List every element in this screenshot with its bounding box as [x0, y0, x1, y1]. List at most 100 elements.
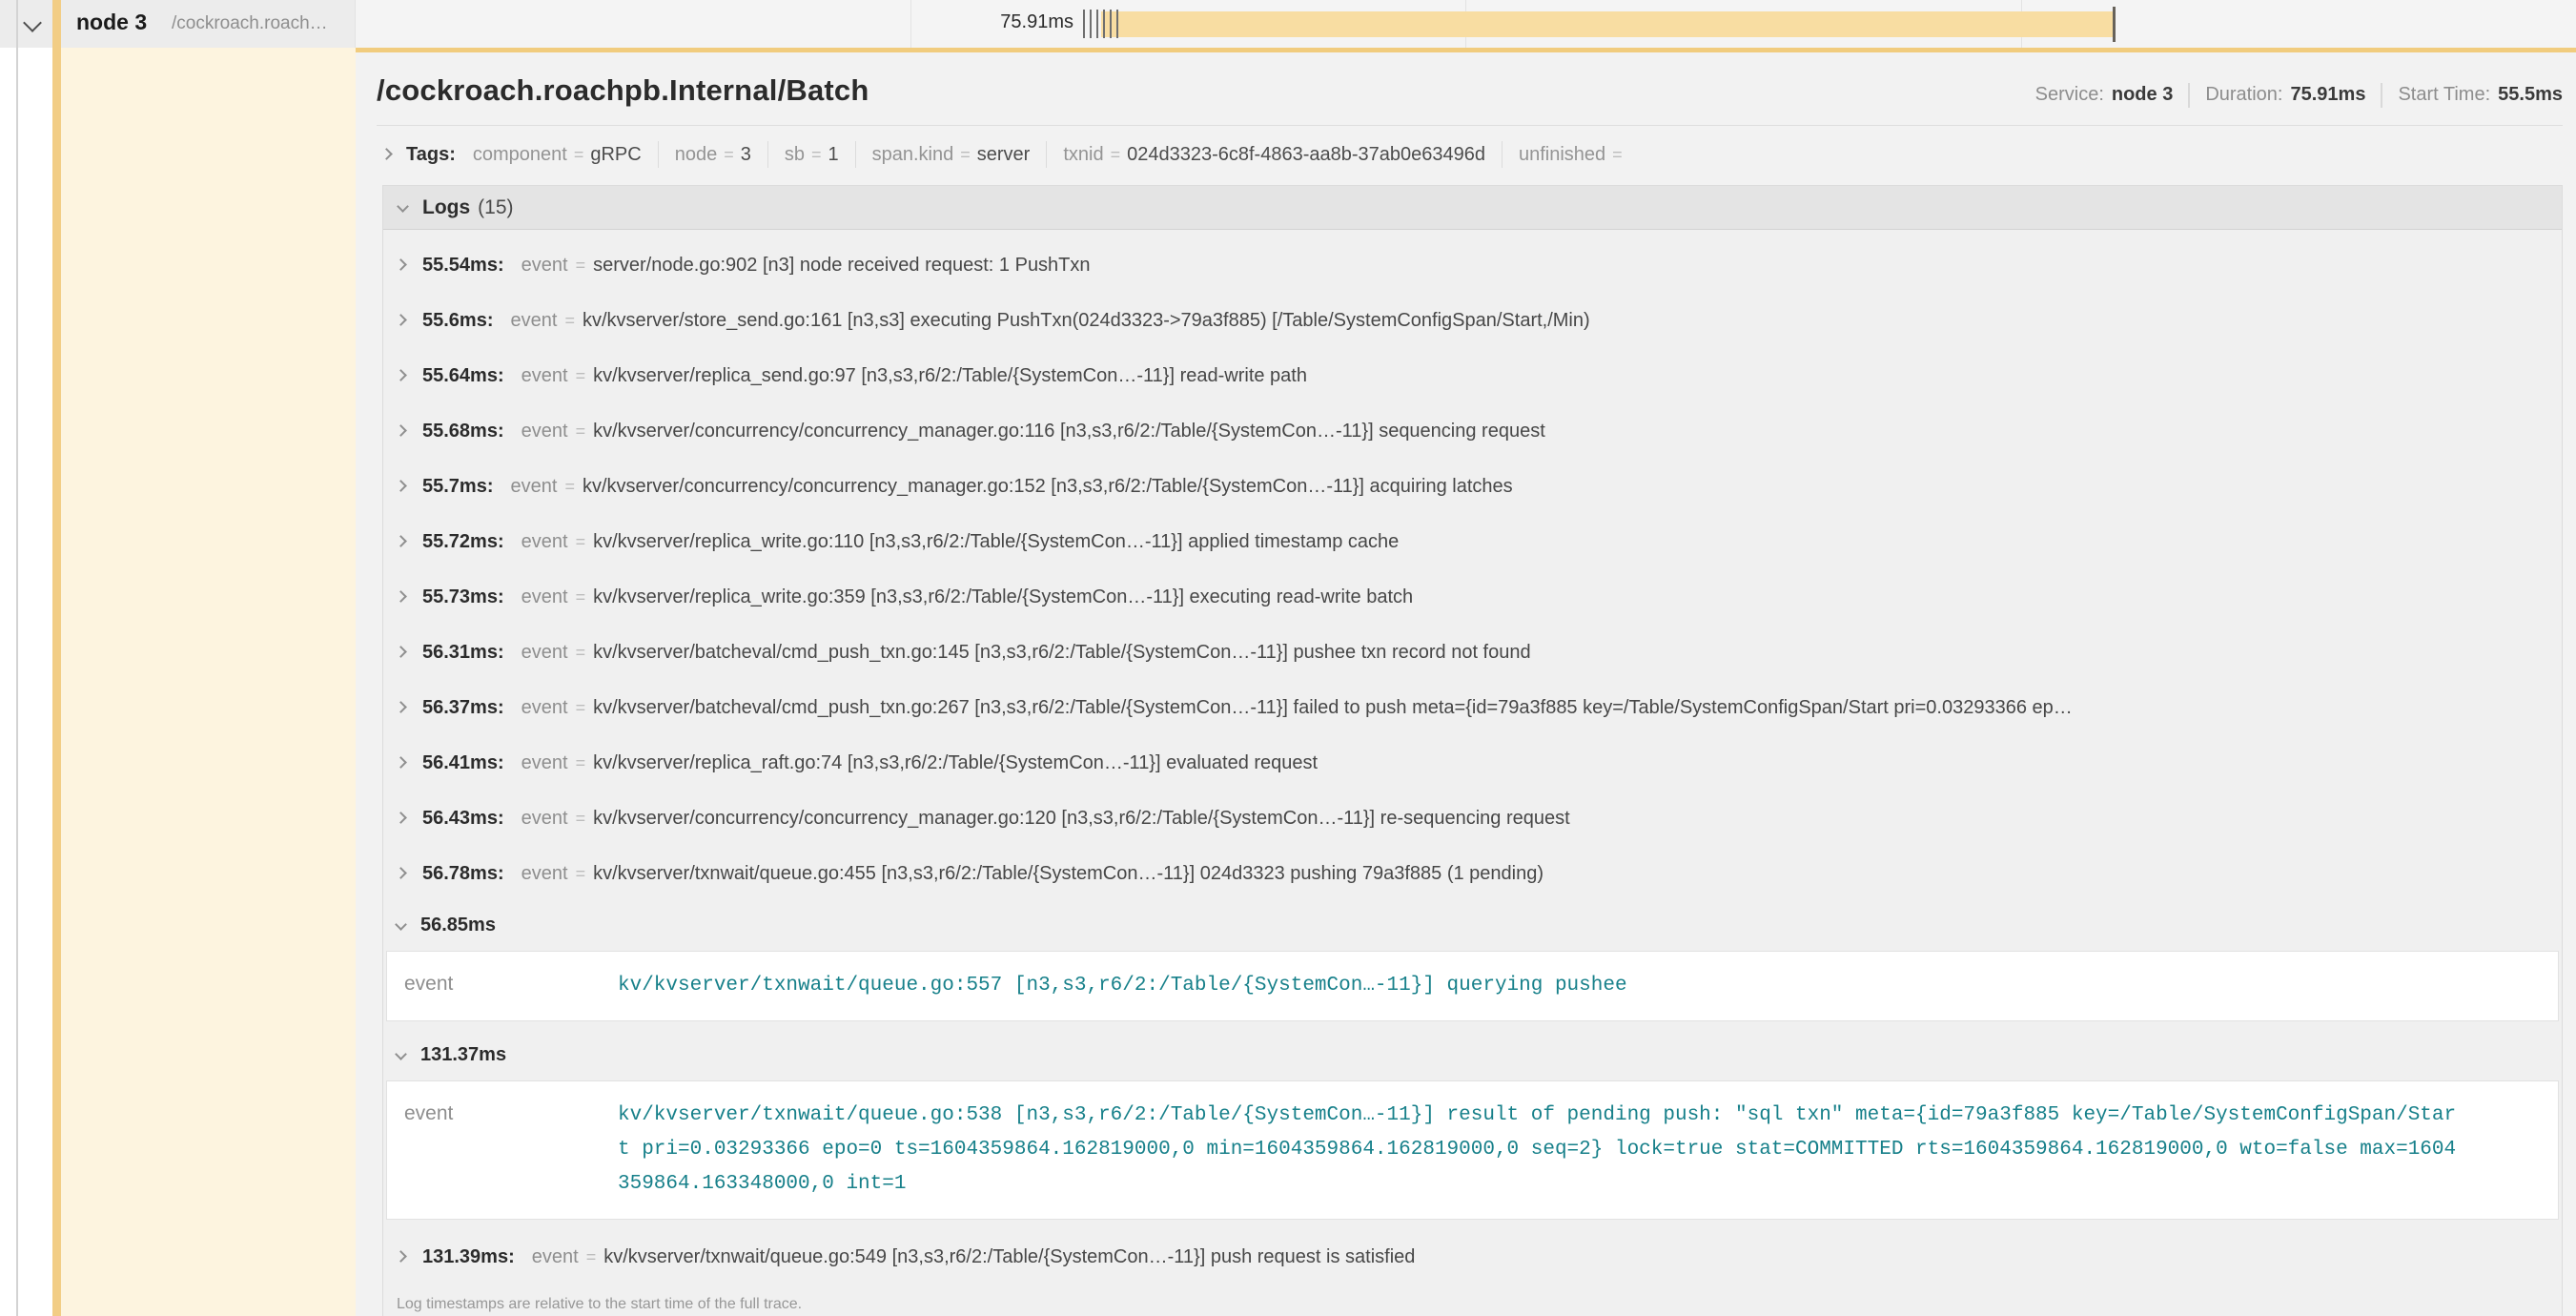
log-field-name: event [521, 255, 568, 277]
service-label: Service: [2035, 84, 2104, 106]
log-entry-row[interactable]: 56.37ms: event = kv/kvserver/batcheval/c… [383, 680, 2562, 735]
tree-indent-line [16, 0, 18, 1316]
log-entry-row[interactable]: 56.41ms: event = kv/kvserver/replica_raf… [383, 735, 2562, 791]
span-name-column[interactable] [0, 48, 356, 1316]
log-entry-row[interactable]: 55.6ms: event = kv/kvserver/store_send.g… [383, 293, 2562, 348]
tag-item: sb = 1 [785, 144, 839, 166]
logs-header[interactable]: Logs (15) [383, 186, 2562, 230]
log-timestamp: 55.54ms: [422, 255, 504, 277]
log-entry-expanded-header[interactable]: 131.37ms [383, 1031, 2562, 1079]
expand-chevron-icon[interactable] [395, 1250, 407, 1263]
tag-key: sb [785, 144, 805, 166]
tag-key: node [675, 144, 718, 166]
log-entry-row[interactable]: 131.39ms: event = kv/kvserver/txnwait/qu… [383, 1229, 2562, 1285]
log-field-name: event [521, 586, 568, 608]
equals-sign: = [576, 698, 586, 718]
tag-key: span.kind [872, 144, 954, 166]
logs-collapse-chevron-icon[interactable] [397, 200, 409, 213]
equals-sign: = [576, 587, 586, 607]
expand-chevron-icon[interactable] [395, 424, 407, 437]
log-entry-row[interactable]: 55.7ms: event = kv/kvserver/concurrency/… [383, 459, 2562, 514]
span-metrics: Service: node 3 Duration: 75.91ms Start … [2035, 83, 2563, 108]
expand-chevron-icon[interactable] [395, 535, 407, 547]
tag-value: 3 [741, 144, 751, 166]
log-field-value: kv/kvserver/batcheval/cmd_push_txn.go:26… [593, 697, 2073, 719]
log-field-name: event [404, 1099, 618, 1202]
log-field-name: event [511, 310, 558, 332]
span-operation-title: /cockroach.roachpb.Internal/Batch [377, 73, 869, 108]
log-timestamp: 56.78ms: [422, 863, 504, 885]
log-field-name: event [521, 808, 568, 830]
service-value: node 3 [2112, 84, 2173, 106]
tag-separator [1046, 141, 1047, 168]
log-entry-expanded-header[interactable]: 56.85ms [383, 901, 2562, 949]
expand-chevron-icon[interactable] [395, 701, 407, 713]
span-duration-label: 75.91ms [973, 11, 1073, 33]
expand-chevron-icon[interactable] [395, 756, 407, 769]
log-timestamp: 55.68ms: [422, 421, 504, 442]
log-field-name: event [521, 365, 568, 387]
tags-expand-chevron-icon[interactable] [380, 148, 393, 160]
span-detail-panel: /cockroach.roachpb.Internal/Batch Servic… [356, 48, 2576, 1316]
log-marker-tick [1116, 10, 1118, 38]
tags-label: Tags: [406, 144, 456, 166]
expand-chevron-icon[interactable] [395, 258, 407, 271]
equals-sign: = [576, 366, 586, 386]
log-entry-row[interactable]: 55.64ms: event = kv/kvserver/replica_sen… [383, 348, 2562, 403]
collapse-chevron-icon[interactable] [395, 918, 407, 931]
tag-separator [658, 141, 659, 168]
log-entry-row[interactable]: 55.68ms: event = kv/kvserver/concurrency… [383, 403, 2562, 459]
logs-footer-note: Log timestamps are relative to the start… [383, 1285, 2562, 1316]
log-marker-tick [1103, 10, 1105, 38]
tag-item: txnid = 024d3323-6c8f-4863-aa8b-37ab0e63… [1063, 144, 1485, 166]
tags-row[interactable]: Tags: component = gRPC node = 3 sb = 1 s… [377, 126, 2563, 181]
logs-title: Logs [422, 196, 470, 219]
log-entry-row[interactable]: 55.73ms: event = kv/kvserver/replica_wri… [383, 569, 2562, 625]
log-field-value: kv/kvserver/txnwait/queue.go:549 [n3,s3,… [603, 1246, 1415, 1268]
equals-sign: = [811, 145, 822, 165]
expand-chevron-icon[interactable] [395, 480, 407, 492]
duration-value: 75.91ms [2290, 84, 2365, 106]
log-timestamp: 55.64ms: [422, 365, 504, 387]
collapse-chevron-icon[interactable] [395, 1048, 407, 1060]
log-entry-expanded: 56.85ms event kv/kvserver/txnwait/queue.… [383, 901, 2562, 1021]
log-entry-row[interactable]: 56.43ms: event = kv/kvserver/concurrency… [383, 791, 2562, 846]
expand-chevron-icon[interactable] [395, 646, 407, 658]
expand-chevron-icon[interactable] [395, 369, 407, 381]
log-timestamp: 56.41ms: [422, 752, 504, 774]
expand-chevron-icon[interactable] [395, 590, 407, 603]
log-field-name: event [521, 697, 568, 719]
span-name-cell[interactable]: node 3 /cockroach.roach… [0, 0, 356, 48]
log-field-value: kv/kvserver/replica_write.go:110 [n3,s3,… [593, 531, 1399, 553]
log-entry-row[interactable]: 56.31ms: event = kv/kvserver/batcheval/c… [383, 625, 2562, 680]
span-color-accent [52, 0, 61, 48]
equals-sign: = [724, 145, 734, 165]
log-marker-tick [1083, 10, 1085, 38]
log-entry-row[interactable]: 55.54ms: event = server/node.go:902 [n3]… [383, 237, 2562, 293]
trace-detail-view: node 3 /cockroach.roach… 75.91ms /cockro… [0, 0, 2576, 1316]
log-entry-row[interactable]: 55.72ms: event = kv/kvserver/replica_wri… [383, 514, 2562, 569]
logs-section: Logs (15) 55.54ms: event = server/node.g… [382, 185, 2563, 1316]
log-field-value: kv/kvserver/concurrency/concurrency_mana… [583, 476, 1513, 498]
log-field-value: kv/kvserver/concurrency/concurrency_mana… [593, 421, 1545, 442]
equals-sign: = [576, 643, 586, 663]
expand-chevron-icon[interactable] [395, 867, 407, 879]
span-duration-bar[interactable] [1101, 11, 2114, 37]
log-timestamp: 55.7ms: [422, 476, 494, 498]
log-field-name: event [521, 531, 568, 553]
log-entry-row[interactable]: 56.78ms: event = kv/kvserver/txnwait/que… [383, 846, 2562, 901]
collapse-children-chevron-icon[interactable] [23, 13, 42, 32]
equals-sign: = [576, 422, 586, 442]
equals-sign: = [564, 311, 575, 331]
span-timeline[interactable]: 75.91ms [356, 0, 2576, 48]
log-field-value: kv/kvserver/txnwait/queue.go:455 [n3,s3,… [593, 863, 1544, 885]
tag-separator [767, 141, 768, 168]
log-field-name: event [532, 1246, 579, 1268]
expand-chevron-icon[interactable] [395, 812, 407, 824]
log-field-value: server/node.go:902 [n3] node received re… [593, 255, 1090, 277]
logs-list: 55.54ms: event = server/node.go:902 [n3]… [383, 230, 2562, 1285]
log-detail-card: event kv/kvserver/txnwait/queue.go:557 [… [386, 951, 2559, 1021]
tag-value: 1 [828, 144, 838, 166]
span-row[interactable]: node 3 /cockroach.roach… 75.91ms [0, 0, 2576, 48]
expand-chevron-icon[interactable] [395, 314, 407, 326]
